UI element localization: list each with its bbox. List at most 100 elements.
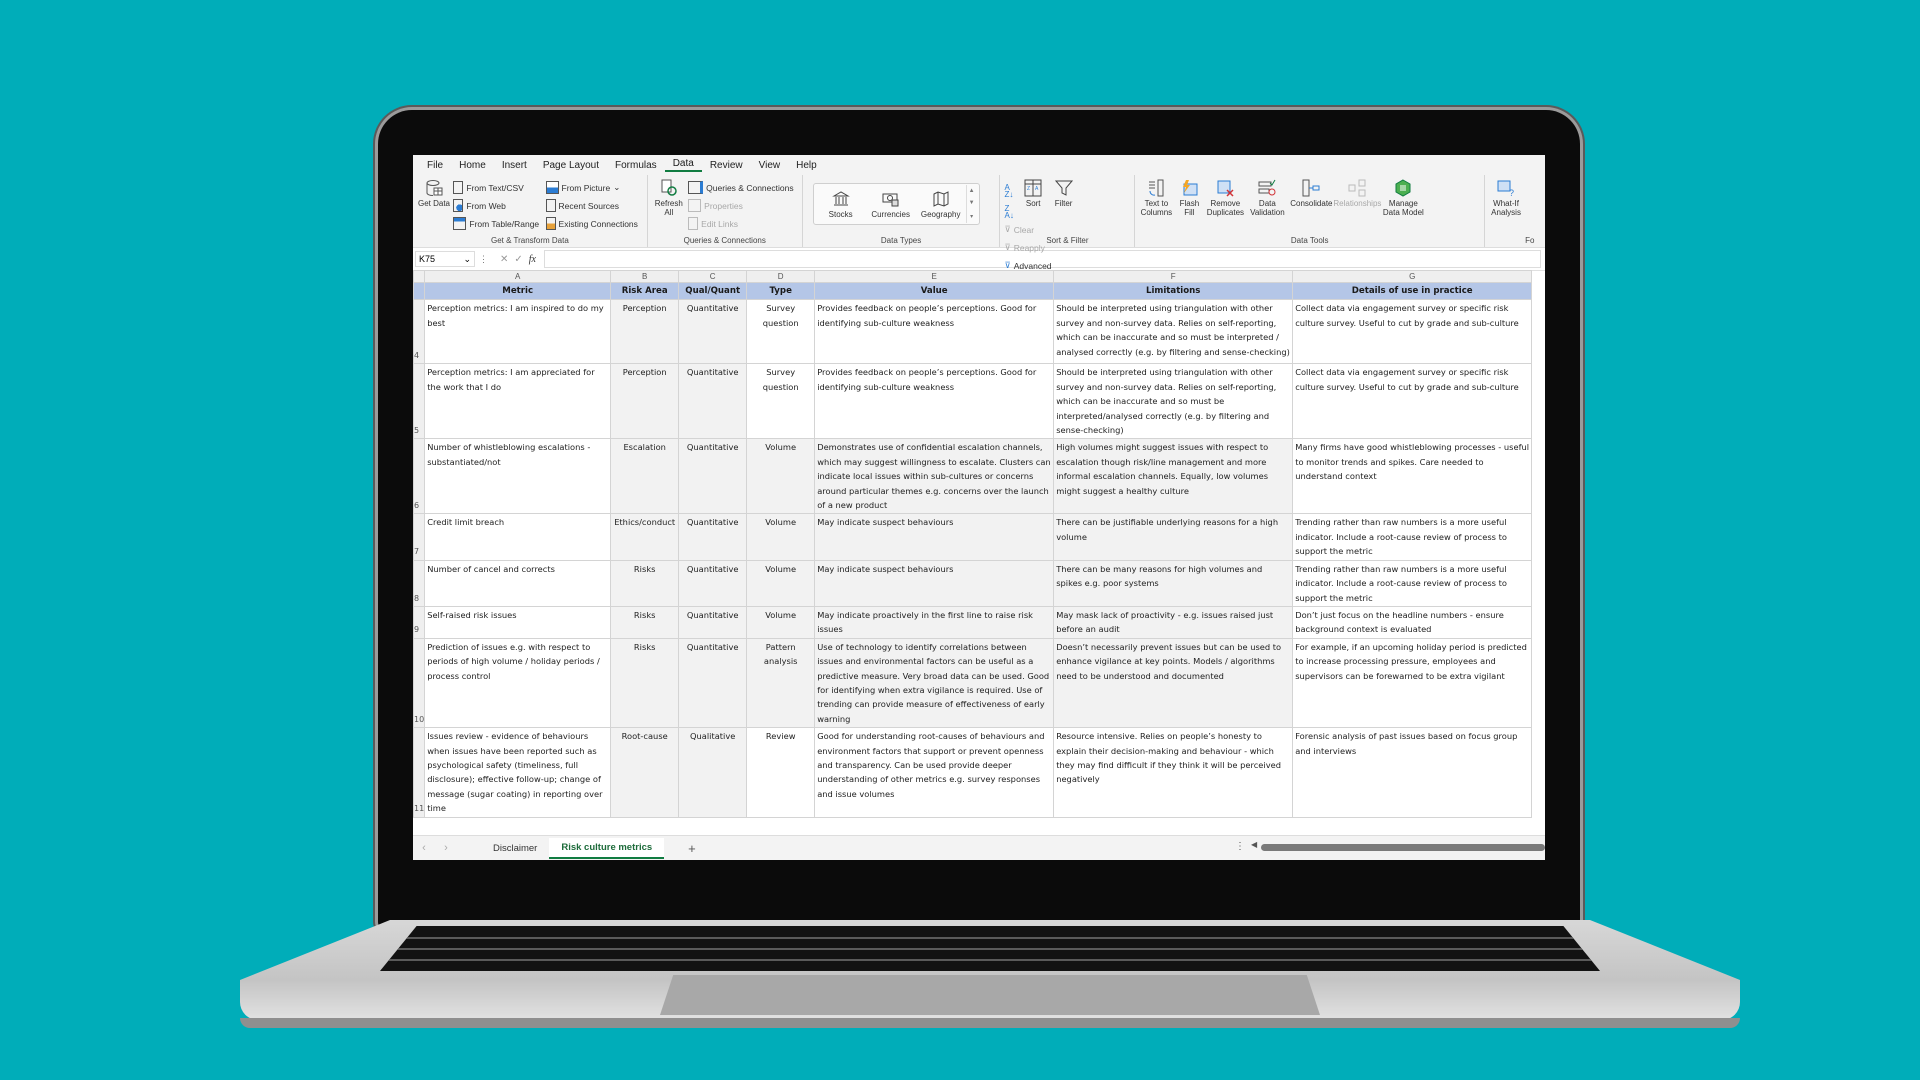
cell-metric[interactable]: Number of whistleblowing escalations - s…	[424, 438, 612, 515]
row-header[interactable]: 9	[413, 605, 426, 639]
add-sheet-button[interactable]: +	[688, 841, 696, 856]
cell-details[interactable]: Don’t just focus on the headline numbers…	[1292, 605, 1533, 639]
recent-sources-button[interactable]: Recent Sources	[545, 198, 638, 213]
existing-connections-button[interactable]: Existing Connections	[545, 216, 638, 231]
header-metric[interactable]: Metric	[424, 281, 612, 301]
cell-value[interactable]: Provides feedback on people’s perception…	[814, 299, 1055, 365]
cell-metric[interactable]: Perception metrics: I am inspired to do …	[424, 299, 612, 365]
cell-limitations[interactable]: Should be interpreted using triangulatio…	[1053, 363, 1294, 440]
clear-filter-button[interactable]: ⊽ Clear	[1004, 222, 1051, 237]
cell-type[interactable]: Volume	[746, 438, 816, 515]
cell-qual-quant[interactable]: Qualitative	[678, 727, 748, 818]
sort-z-a-button[interactable]: Z A↓	[1004, 204, 1013, 219]
cell-limitations[interactable]: Should be interpreted using triangulatio…	[1053, 299, 1294, 365]
menu-view[interactable]: View	[751, 160, 789, 171]
next-sheet-icon[interactable]: ›	[435, 842, 457, 854]
row-header[interactable]: 7	[413, 513, 426, 561]
menu-formulas[interactable]: Formulas	[607, 160, 665, 171]
cell-qual-quant[interactable]: Quantitative	[678, 363, 748, 440]
sort-button[interactable]: ZA Sort	[1020, 179, 1046, 208]
cell-limitations[interactable]: There can be justifiable underlying reas…	[1053, 513, 1294, 561]
name-box[interactable]: K75 ⌄	[415, 251, 475, 267]
cell-type[interactable]: Survey question	[746, 363, 816, 440]
cell-value[interactable]: Demonstrates use of confidential escalat…	[814, 438, 1055, 515]
cell-metric[interactable]: Prediction of issues e.g. with respect t…	[424, 637, 612, 729]
column-header-c[interactable]: C	[678, 270, 748, 283]
cell-risk-area[interactable]: Ethics/conduct	[610, 513, 680, 561]
cell-details[interactable]: Trending rather than raw numbers is a mo…	[1292, 513, 1533, 561]
cell-qual-quant[interactable]: Quantitative	[678, 605, 748, 639]
cell-type[interactable]: Survey question	[746, 299, 816, 365]
cell-value[interactable]: May indicate suspect behaviours	[814, 559, 1055, 607]
cell-details[interactable]: Many firms have good whistleblowing proc…	[1292, 438, 1533, 515]
menu-file[interactable]: File	[419, 160, 451, 171]
cell-risk-area[interactable]: Perception	[610, 363, 680, 440]
header-details[interactable]: Details of use in practice	[1292, 281, 1533, 301]
horizontal-scrollbar[interactable]	[1261, 844, 1545, 851]
cell-risk-area[interactable]: Perception	[610, 299, 680, 365]
column-header-a[interactable]: A	[424, 270, 612, 283]
sheet-tab-disclaimer[interactable]: Disclaimer	[481, 839, 549, 858]
cell-limitations[interactable]: There can be many reasons for high volum…	[1053, 559, 1294, 607]
enter-icon[interactable]: ✓	[514, 254, 522, 265]
cell-qual-quant[interactable]: Quantitative	[678, 513, 748, 561]
cell-metric[interactable]: Self-raised risk issues	[424, 605, 612, 639]
header-risk-area[interactable]: Risk Area	[610, 281, 680, 301]
currencies-button[interactable]: Currencies	[866, 190, 916, 219]
scroll-up-icon[interactable]: ▲	[969, 188, 975, 194]
data-types-scroll[interactable]: ▲ ▼ ▾	[965, 185, 977, 223]
menu-data[interactable]: Data	[664, 158, 702, 172]
cell-limitations[interactable]: Doesn’t necessarily prevent issues but c…	[1053, 637, 1294, 729]
from-text-csv-button[interactable]: From Text/CSV	[453, 180, 539, 195]
cell-value[interactable]: May indicate proactively in the first li…	[814, 605, 1055, 639]
cell-limitations[interactable]: Resource intensive. Relies on people’s h…	[1053, 727, 1294, 818]
cell-qual-quant[interactable]: Quantitative	[678, 299, 748, 365]
cell-type[interactable]: Review	[746, 727, 816, 818]
cell-qual-quant[interactable]: Quantitative	[678, 559, 748, 607]
sort-a-z-button[interactable]: A Z↓	[1004, 183, 1013, 198]
cell-risk-area[interactable]: Root-cause	[610, 727, 680, 818]
scroll-left-icon[interactable]: ◀	[1251, 840, 1257, 849]
cell-metric[interactable]: Issues review - evidence of behaviours w…	[424, 727, 612, 818]
column-header-f[interactable]: F	[1053, 270, 1294, 283]
cell-value[interactable]: May indicate suspect behaviours	[814, 513, 1055, 561]
cell-risk-area[interactable]: Risks	[610, 637, 680, 729]
filter-button[interactable]: Filter	[1049, 179, 1079, 208]
cell-value[interactable]: Use of technology to identify correlatio…	[814, 637, 1055, 729]
cell-limitations[interactable]: High volumes might suggest issues with r…	[1053, 438, 1294, 515]
cell-risk-area[interactable]: Escalation	[610, 438, 680, 515]
row-header[interactable]: 4	[413, 299, 426, 365]
cell-details[interactable]: For example, if an upcoming holiday peri…	[1292, 637, 1533, 729]
select-all-corner[interactable]	[413, 270, 426, 283]
cell-details[interactable]: Collect data via engagement survey or sp…	[1292, 299, 1533, 365]
cell-limitations[interactable]: May mask lack of proactivity - e.g. issu…	[1053, 605, 1294, 639]
menu-help[interactable]: Help	[788, 160, 825, 171]
header-limitations[interactable]: Limitations	[1053, 281, 1294, 301]
cell-risk-area[interactable]: Risks	[610, 559, 680, 607]
cell-value[interactable]: Provides feedback on people’s perception…	[814, 363, 1055, 440]
cell-metric[interactable]: Number of cancel and corrects	[424, 559, 612, 607]
menu-review[interactable]: Review	[702, 160, 751, 171]
column-header-b[interactable]: B	[610, 270, 680, 283]
cell-type[interactable]: Volume	[746, 605, 816, 639]
column-header-e[interactable]: E	[814, 270, 1055, 283]
header-qual-quant[interactable]: Qual/Quant	[678, 281, 748, 301]
cell-type[interactable]: Pattern analysis	[746, 637, 816, 729]
row-header[interactable]: 5	[413, 363, 426, 440]
expand-gallery-icon[interactable]: ▾	[970, 213, 973, 220]
column-header-d[interactable]: D	[746, 270, 816, 283]
cancel-icon[interactable]: ✕	[500, 254, 508, 265]
from-web-button[interactable]: From Web	[453, 198, 539, 213]
what-if-analysis-button[interactable]: ? What-If Analysis	[1489, 179, 1523, 217]
cell-type[interactable]: Volume	[746, 559, 816, 607]
row-header[interactable]: 10	[413, 637, 426, 729]
cell-metric[interactable]: Perception metrics: I am appreciated for…	[424, 363, 612, 440]
cell-details[interactable]: Collect data via engagement survey or sp…	[1292, 363, 1533, 440]
get-data-button[interactable]: Get Data	[417, 179, 451, 208]
sheet-tab-risk-culture-metrics[interactable]: Risk culture metrics	[549, 837, 665, 859]
row-header[interactable]: 6	[413, 438, 426, 515]
cell-details[interactable]: Forensic analysis of past issues based o…	[1292, 727, 1533, 818]
cell-qual-quant[interactable]: Quantitative	[678, 438, 748, 515]
cell-risk-area[interactable]: Risks	[610, 605, 680, 639]
tab-split-handle[interactable]: ⋮	[1235, 841, 1245, 852]
